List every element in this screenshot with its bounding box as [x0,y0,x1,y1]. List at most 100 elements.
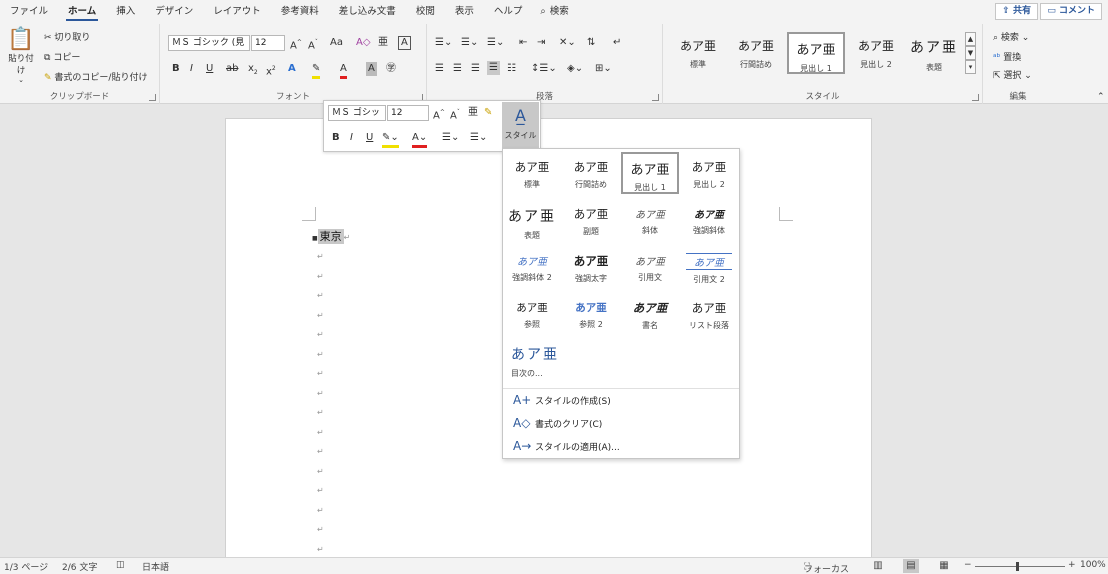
zoom-in-icon[interactable]: + [1068,560,1076,570]
gallery-more-icon[interactable]: ▾ [965,60,976,74]
dd-style-intense-italic[interactable]: あア亜 強調斜体 2 [503,248,561,290]
shrink-font-icon[interactable]: Aˇ [450,106,460,123]
phonetic-guide-icon[interactable]: 亜 [378,36,388,50]
shrink-font-icon[interactable]: Aˇ [308,36,318,53]
numbering-icon[interactable]: ☰⌄ [461,36,478,50]
format-painter-button[interactable]: ✎ 書式のコピー/貼り付け [44,70,147,83]
select-button[interactable]: ⇱ 選択 ⌄ [993,68,1032,81]
find-button[interactable]: ⌕ 検索 ⌄ [993,30,1029,43]
font-color-icon[interactable]: A⌄ [412,131,428,148]
copy-button[interactable]: ⧉ コピー [44,50,80,63]
italic-icon[interactable]: I [190,62,193,76]
underline-icon[interactable]: U [366,131,373,145]
dd-style-list-paragraph[interactable]: あア亜 リスト段落 [680,295,738,337]
clear-format-icon[interactable]: A◇ [356,36,371,50]
highlight-icon[interactable]: ✎⌄ [382,131,399,148]
bullets-icon[interactable]: ☰⌄ [435,36,452,50]
share-button[interactable]: ⇪ 共有 [995,3,1038,20]
text-effects-icon[interactable]: A [288,62,296,76]
phonetic-guide-icon[interactable]: 亜 [468,106,478,120]
style-normal[interactable]: あア亜 標準 [669,32,727,74]
dd-style-heading-1[interactable]: あア亜 見出し 1 [621,152,679,194]
strikethrough-icon[interactable]: ab [226,62,238,76]
read-mode-icon[interactable]: ▥ [870,559,886,573]
line-spacing-icon[interactable]: ↕☰⌄ [531,62,557,76]
superscript-icon[interactable]: x2 [266,62,276,79]
mini-font-combo[interactable]: ＭＳ ゴシッ [328,105,386,121]
tab-review[interactable]: 校閲 [406,0,445,24]
style-title[interactable]: あア亜 表題 [905,32,963,74]
align-left-icon[interactable]: ☰ [435,62,444,76]
dd-style-quote[interactable]: あア亜 引用文 [621,248,679,290]
selected-text[interactable]: 東京 [317,229,344,244]
bold-icon[interactable]: B [172,62,180,76]
mini-styles-button[interactable]: A̲ スタイル [502,102,539,150]
style-heading-2[interactable]: あア亜 見出し 2 [847,32,905,74]
mini-size-combo[interactable]: 12 [387,105,429,121]
align-center-icon[interactable]: ☰ [453,62,462,76]
tell-me-search[interactable]: ⌕ 検索 [532,0,578,24]
asian-layout-icon[interactable]: ✕⌄ [559,36,576,50]
dd-style-reference[interactable]: あア亜 参照 [503,295,561,337]
zoom-level[interactable]: 100% [1080,560,1106,570]
dd-style-emphasis-italic[interactable]: あア亜 強調斜体 [680,201,738,243]
tab-file[interactable]: ファイル [0,0,58,24]
page-count[interactable]: 1/3 ページ [4,560,48,573]
dd-style-italic[interactable]: あア亜 斜体 [621,201,679,243]
proofing-icon[interactable]: ◫ [116,560,125,570]
brush-icon[interactable]: ✎ [484,106,492,120]
word-count[interactable]: 2/6 文字 [62,560,97,573]
enclose-chars-icon[interactable]: ㊫ [386,62,396,76]
dd-style-title[interactable]: あア亜 表題 [503,201,561,243]
tab-design[interactable]: デザイン [145,0,203,24]
char-border-icon[interactable]: A [398,36,411,50]
clipboard-launcher-icon[interactable] [149,94,156,101]
font-size-combo[interactable]: 12 [251,35,285,51]
apply-styles-command[interactable]: A→ スタイルの適用(A)... [513,439,620,453]
dd-style-subtitle[interactable]: あア亜 副題 [562,201,620,243]
create-style-command[interactable]: A+ スタイルの作成(S) [513,393,611,407]
cut-button[interactable]: ✂ 切り取り [44,30,90,43]
tab-insert[interactable]: 挿入 [106,0,145,24]
clear-formatting-command[interactable]: A◇ 書式のクリア(C) [513,416,602,430]
show-marks-icon[interactable]: ↵ [613,36,621,50]
align-right-icon[interactable]: ☰ [471,62,480,76]
change-case-icon[interactable]: Aa [330,36,343,50]
dd-style-intense-reference[interactable]: あア亜 参照 2 [562,295,620,337]
font-color-icon[interactable]: A [340,62,347,79]
gallery-up-icon[interactable]: ▲ [965,32,976,46]
dd-style-strong[interactable]: あア亜 強調太字 [562,248,620,290]
dd-style-intense-quote[interactable]: あア亜 引用文 2 [680,248,738,290]
styles-launcher-icon[interactable] [972,94,979,101]
decrease-indent-icon[interactable]: ⇤ [519,36,527,50]
grow-font-icon[interactable]: A^ [290,36,302,53]
italic-icon[interactable]: I [350,131,353,145]
zoom-slider[interactable] [975,566,1065,567]
sort-icon[interactable]: ⇅ [587,36,595,50]
char-shading-icon[interactable]: A [366,62,377,76]
tab-help[interactable]: ヘルプ [484,0,533,24]
increase-indent-icon[interactable]: ⇥ [537,36,545,50]
grow-font-icon[interactable]: A^ [433,106,445,123]
tab-mailings[interactable]: 差し込み文書 [329,0,406,24]
tab-view[interactable]: 表示 [445,0,484,24]
numbering-icon[interactable]: ☰⌄ [470,131,487,145]
highlight-icon[interactable]: ✎ [312,62,321,79]
justify-icon[interactable]: ☰ [487,61,500,75]
dd-style-no-spacing[interactable]: あア亜 行間詰め [562,154,620,196]
font-name-combo[interactable]: ＭＳ ゴシック (見 [168,35,250,51]
bullets-icon[interactable]: ☰⌄ [442,131,459,145]
zoom-slider-thumb[interactable] [1016,562,1019,571]
borders-icon[interactable]: ⊞⌄ [595,62,612,76]
document-first-line[interactable]: ■ 東京 ↵ [312,228,350,244]
gallery-down-icon[interactable]: ▼ [965,46,976,60]
dd-style-book-title[interactable]: あア亜 書名 [621,295,679,337]
dd-style-toc[interactable]: あア亜 目次の... [503,339,583,381]
comment-button[interactable]: ▭ コメント [1040,3,1102,20]
style-no-spacing[interactable]: あア亜 行間詰め [727,32,785,74]
bold-icon[interactable]: B [332,131,340,145]
multilevel-list-icon[interactable]: ☰⌄ [487,36,504,50]
style-heading-1[interactable]: あア亜 見出し 1 [787,32,845,74]
tab-layout[interactable]: レイアウト [203,0,271,24]
web-layout-icon[interactable]: ▦ [936,559,952,573]
